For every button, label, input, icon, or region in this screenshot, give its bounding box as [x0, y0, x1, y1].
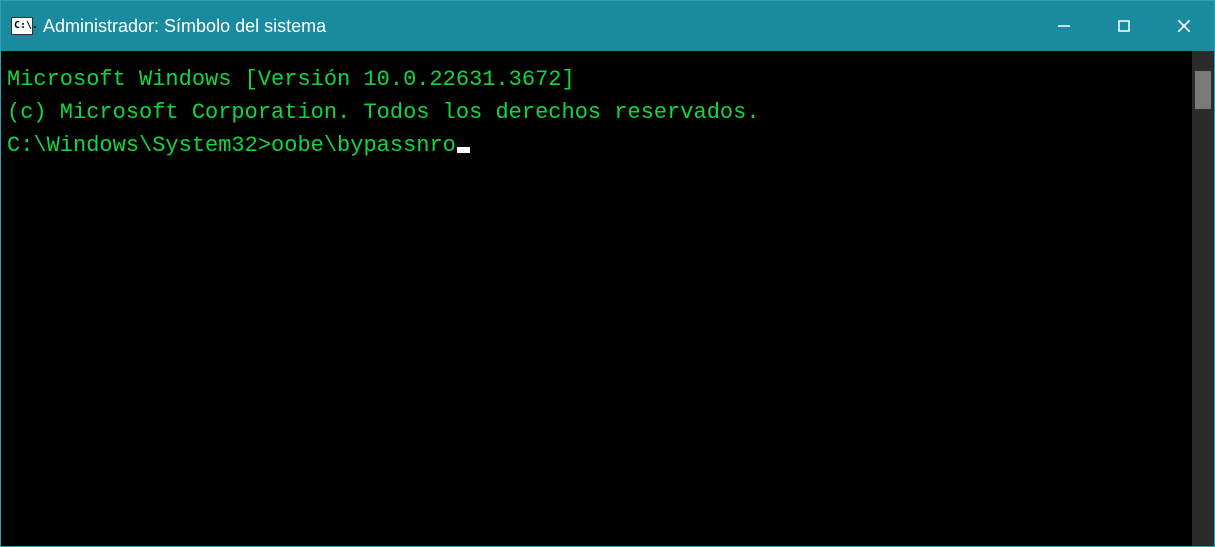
terminal-prompt-line: C:\Windows\System32>oobe\bypassnro: [7, 129, 1186, 162]
terminal-command: oobe\bypassnro: [271, 129, 456, 162]
close-button[interactable]: [1154, 1, 1214, 51]
terminal-content[interactable]: Microsoft Windows [Versión 10.0.22631.36…: [1, 51, 1192, 546]
terminal-cursor: [457, 147, 470, 153]
window-title: Administrador: Símbolo del sistema: [43, 16, 1034, 37]
maximize-icon: [1116, 18, 1132, 34]
vertical-scrollbar[interactable]: [1192, 51, 1214, 546]
terminal-prompt: C:\Windows\System32>: [7, 129, 271, 162]
titlebar[interactable]: C:\. Administrador: Símbolo del sistema: [1, 1, 1214, 51]
window-controls: [1034, 1, 1214, 51]
close-icon: [1175, 17, 1193, 35]
cmd-icon-label: C:\.: [14, 21, 38, 31]
maximize-button[interactable]: [1094, 1, 1154, 51]
scrollbar-thumb[interactable]: [1195, 71, 1211, 109]
cmd-icon: C:\.: [11, 17, 33, 35]
command-prompt-window: C:\. Administrador: Símbolo del sistema: [0, 0, 1215, 547]
terminal-area: Microsoft Windows [Versión 10.0.22631.36…: [1, 51, 1214, 546]
terminal-copyright-line: (c) Microsoft Corporation. Todos los der…: [7, 96, 1186, 129]
minimize-button[interactable]: [1034, 1, 1094, 51]
terminal-version-line: Microsoft Windows [Versión 10.0.22631.36…: [7, 63, 1186, 96]
minimize-icon: [1056, 18, 1072, 34]
